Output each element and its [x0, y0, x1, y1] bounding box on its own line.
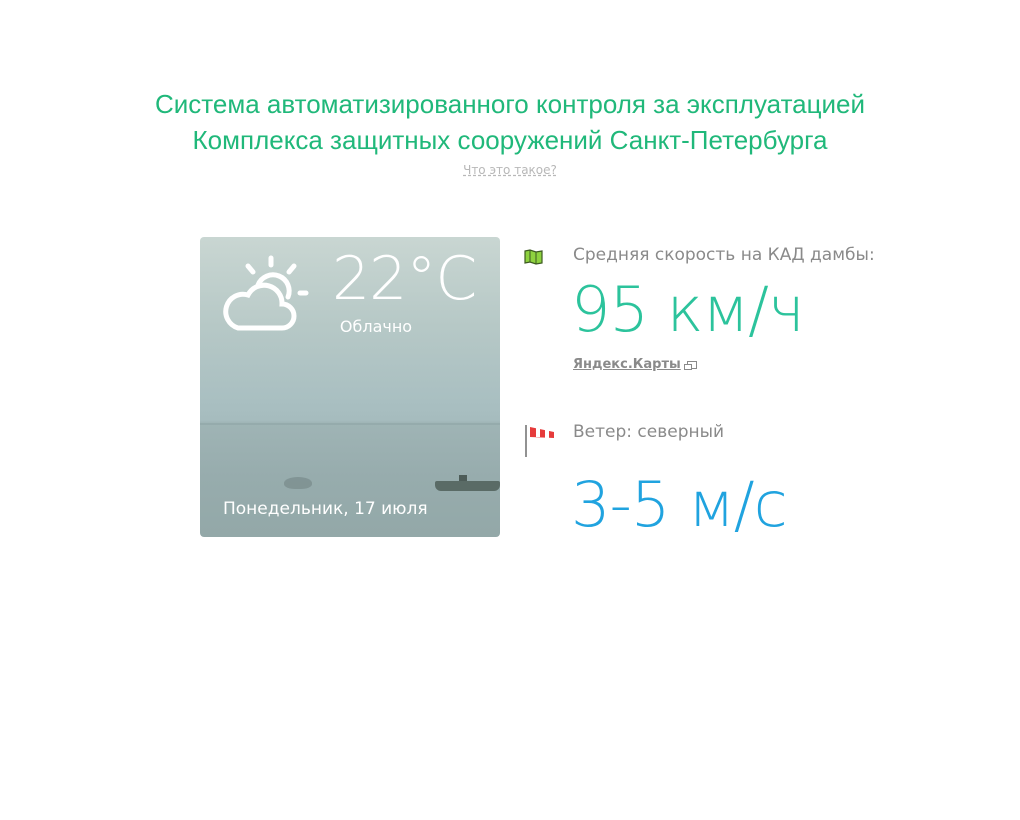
yandex-maps-link[interactable]: Яндекс.Карты [573, 357, 697, 372]
page-title-line1: Система автоматизированного контроля за … [154, 89, 866, 119]
windsock-icon [525, 425, 554, 457]
temperature-value: 22°С [332, 244, 477, 314]
page-title-line2: Комплекса защитных сооружений Санкт-Пете… [192, 125, 828, 155]
wind-speed-value: 3-5 м/с [571, 468, 788, 541]
traffic-speed-value: 95 км/ч [571, 273, 805, 346]
partly-cloudy-icon [223, 255, 309, 331]
traffic-speed-label: Средняя скорость на КАД дамбы: [573, 245, 875, 265]
what-is-it-link[interactable]: Что это такое? [463, 163, 557, 177]
page-title: Система автоматизированного контроля за … [0, 86, 1020, 158]
page: Система автоматизированного контроля за … [0, 0, 1020, 820]
boat-silhouette [435, 475, 500, 491]
current-date: Понедельник, 17 июля [223, 499, 428, 519]
weather-condition: Облачно [339, 317, 413, 336]
bird-silhouette [284, 477, 312, 489]
yandex-maps-link-text: Яндекс.Карты [573, 357, 681, 372]
horizon-line [200, 423, 500, 425]
wind-direction-label: Ветер: северный [573, 422, 725, 442]
map-icon [524, 249, 543, 265]
weather-card: 22°С Облачно Понедельник, 17 июля [200, 237, 500, 537]
external-link-icon [683, 360, 697, 370]
what-is-it-container: Что это такое? [0, 163, 1020, 177]
